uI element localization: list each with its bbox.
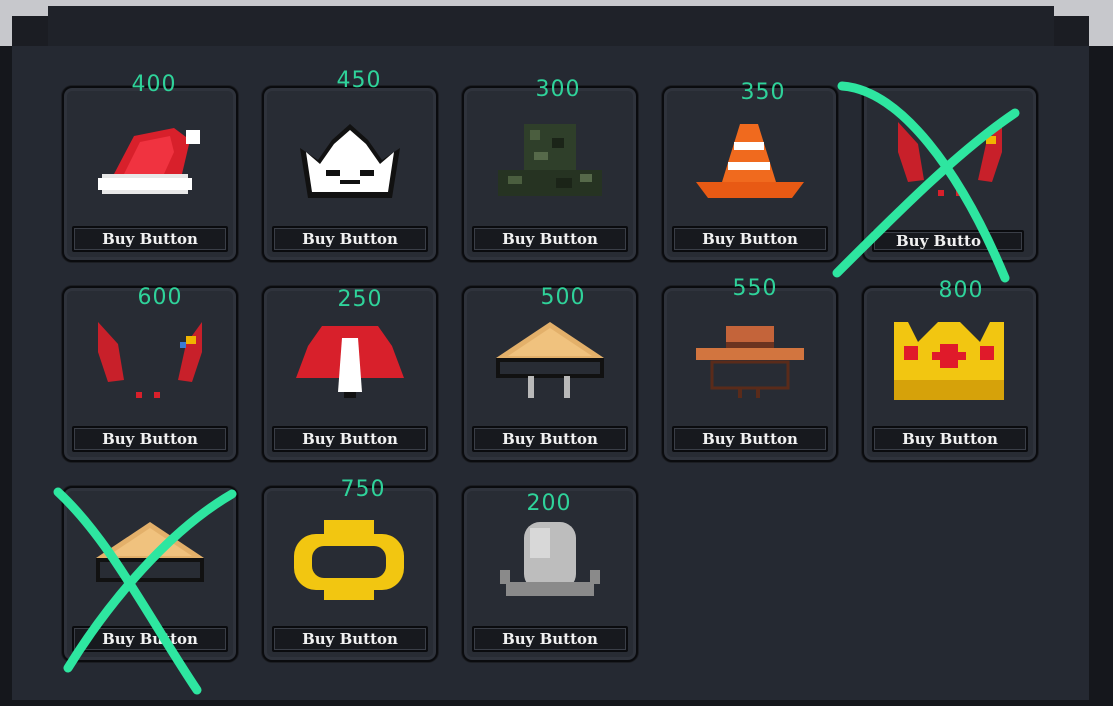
halo-icon — [294, 520, 404, 600]
buy-button[interactable]: Buy Button — [272, 626, 428, 652]
item-price: 400 — [131, 72, 177, 97]
red-hood-icon — [296, 326, 404, 398]
item-price: 350 — [740, 80, 786, 105]
buy-button[interactable]: Buy Button — [672, 426, 828, 452]
gold-crown-icon — [894, 322, 1004, 400]
shop-item-card: Buy Button — [862, 286, 1038, 462]
item-price: 500 — [540, 285, 586, 310]
item-price: 800 — [938, 278, 984, 303]
window-frame-bottom — [0, 700, 1113, 706]
buy-button[interactable]: Buy Butto — [872, 230, 1024, 252]
shop-item-card: Buy Button — [262, 86, 438, 262]
traffic-cone-icon — [696, 124, 804, 198]
straw-hat-icon — [96, 522, 204, 582]
buy-button[interactable]: Buy Button — [872, 426, 1028, 452]
shop-item-card: Buy Button — [662, 86, 838, 262]
item-price: 300 — [535, 77, 581, 102]
buy-button[interactable]: Buy Button — [272, 226, 428, 252]
shop-item-card: Buy Button — [62, 486, 238, 662]
item-price: 450 — [336, 68, 382, 93]
shop-item-card: Buy Button — [662, 286, 838, 462]
shop-item-card: Buy Button — [262, 486, 438, 662]
santa-hat-icon — [98, 128, 200, 194]
item-price: 250 — [337, 287, 383, 312]
tombstone-icon — [500, 522, 600, 596]
buy-button[interactable]: Buy Button — [672, 226, 828, 252]
buy-button[interactable]: Buy Button — [72, 226, 228, 252]
item-price: 550 — [732, 276, 778, 301]
devil-horns-icon — [98, 322, 202, 398]
shop-item-card: Buy Button — [462, 286, 638, 462]
buy-button[interactable]: Buy Button — [472, 626, 628, 652]
shop-item-card: Buy Button — [462, 86, 638, 262]
devil-horns-icon — [898, 122, 1002, 196]
straw-hat-icon — [496, 322, 604, 398]
buy-button[interactable]: Buy Button — [72, 626, 228, 652]
shop-item-card: Buy Button — [62, 286, 238, 462]
white-crown-icon — [300, 124, 400, 198]
buy-button[interactable]: Buy Button — [472, 226, 628, 252]
camo-hat-icon — [498, 124, 602, 196]
shop-item-card: Buy Button — [262, 286, 438, 462]
buy-button[interactable]: Buy Button — [472, 426, 628, 452]
buy-button[interactable]: Buy Button — [272, 426, 428, 452]
shop-item-card: Buy Button — [62, 86, 238, 262]
item-price: 750 — [340, 477, 386, 502]
shop-item-card: Buy Butto — [862, 86, 1038, 262]
buy-button[interactable]: Buy Button — [72, 426, 228, 452]
item-price: 600 — [137, 285, 183, 310]
cowboy-hat-icon — [696, 326, 804, 398]
item-price: 200 — [526, 491, 572, 516]
